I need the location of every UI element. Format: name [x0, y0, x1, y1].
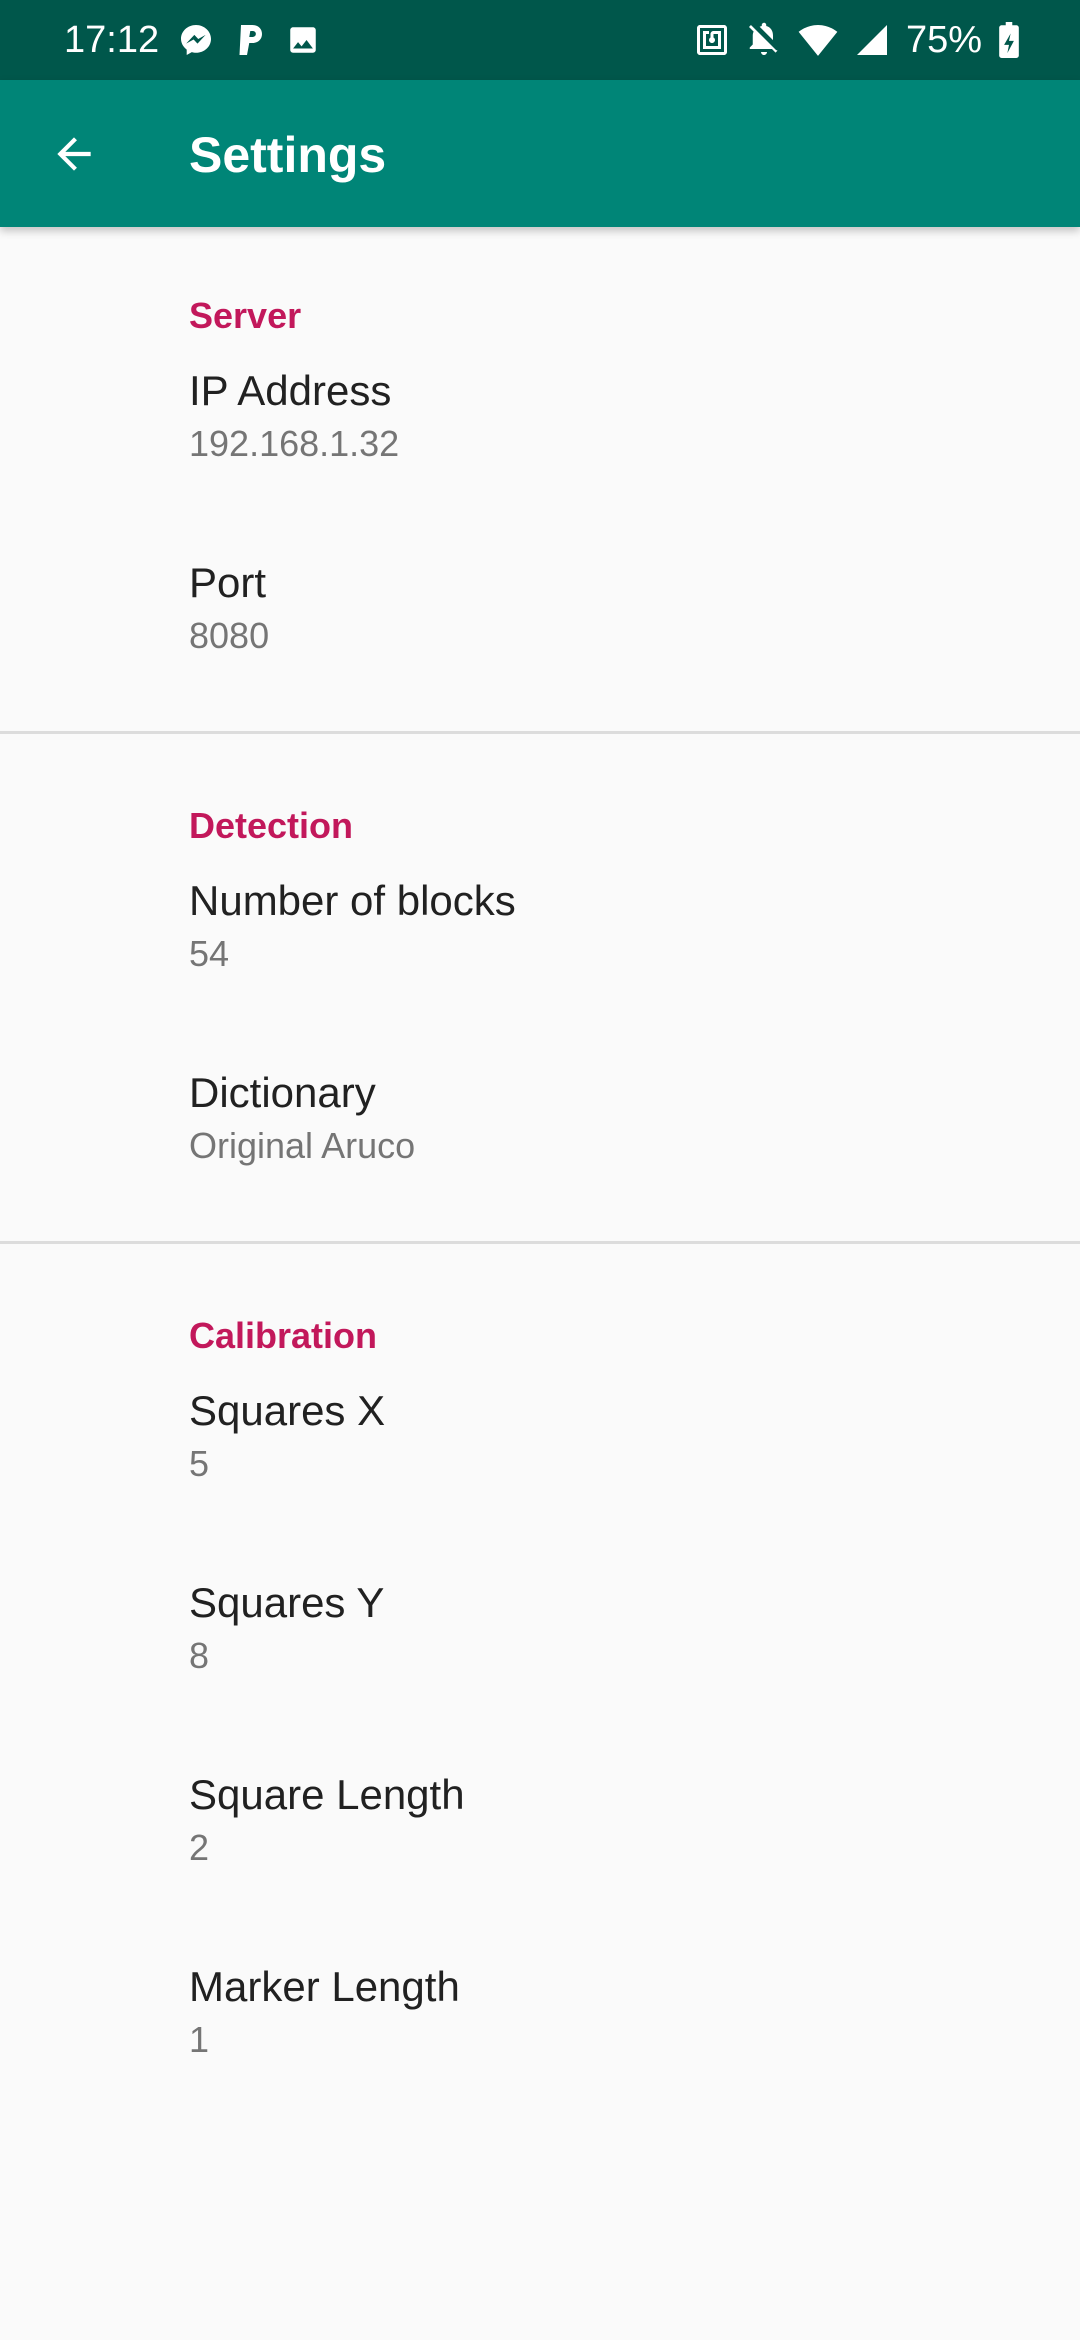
setting-title: Marker Length	[189, 1963, 460, 2010]
wifi-icon	[798, 22, 838, 58]
category-server: Server IP Address 192.168.1.32 Port 8080	[0, 227, 1080, 737]
category-header: Detection	[0, 737, 1080, 863]
setting-value: 8	[189, 1635, 210, 1676]
setting-value: 8080	[189, 615, 270, 656]
setting-dictionary[interactable]: Dictionary Original Aruco	[0, 1055, 1080, 1247]
setting-title: Square Length	[189, 1771, 465, 1818]
status-system-icons: 75%	[694, 18, 1020, 62]
setting-number-of-blocks[interactable]: Number of blocks 54	[0, 863, 1080, 1055]
status-bar: 17:12 75%	[0, 0, 1080, 80]
setting-title: Squares X	[189, 1387, 386, 1434]
setting-port[interactable]: Port 8080	[0, 545, 1080, 737]
setting-value: 192.168.1.32	[189, 423, 400, 464]
setting-squares-y[interactable]: Squares Y 8	[0, 1565, 1080, 1757]
settings-list: Server IP Address 192.168.1.32 Port 8080…	[0, 227, 1080, 2141]
back-button[interactable]	[34, 114, 114, 194]
page-title: Settings	[189, 127, 387, 183]
messenger-icon	[178, 22, 214, 58]
setting-value: Original Aruco	[189, 1125, 416, 1166]
cell-signal-icon	[854, 22, 890, 58]
category-calibration: Calibration Squares X 5 Squares Y 8 Squa…	[0, 1247, 1080, 2141]
category-title-server: Server	[189, 295, 302, 336]
status-notification-icons	[178, 20, 320, 60]
category-title-calibration: Calibration	[189, 1315, 378, 1356]
setting-squares-x[interactable]: Squares X 5	[0, 1373, 1080, 1565]
nfc-icon	[694, 22, 730, 58]
setting-title: Number of blocks	[189, 877, 516, 924]
category-header: Calibration	[0, 1247, 1080, 1373]
category-header: Server	[0, 227, 1080, 353]
category-title-detection: Detection	[189, 805, 354, 846]
battery-icon	[998, 22, 1020, 58]
status-time: 17:12	[64, 19, 160, 61]
notifications-off-icon	[746, 22, 782, 58]
image-icon	[286, 23, 320, 57]
category-detection: Detection Number of blocks 54 Dictionary…	[0, 737, 1080, 1247]
arrow-back-icon	[49, 129, 99, 179]
battery-percent: 75%	[905, 19, 982, 61]
setting-title: Port	[189, 559, 267, 606]
p-app-icon	[234, 22, 266, 58]
setting-title: IP Address	[189, 367, 392, 414]
setting-value: 1	[189, 2019, 210, 2060]
setting-ip-address[interactable]: IP Address 192.168.1.32	[0, 353, 1080, 545]
setting-marker-length[interactable]: Marker Length 1	[0, 1949, 1080, 2141]
setting-value: 5	[189, 1443, 210, 1484]
setting-value: 2	[189, 1827, 210, 1868]
setting-title: Squares Y	[189, 1579, 385, 1626]
setting-square-length[interactable]: Square Length 2	[0, 1757, 1080, 1949]
setting-value: 54	[189, 933, 230, 974]
setting-title: Dictionary	[189, 1069, 376, 1116]
app-bar: Settings	[0, 80, 1080, 227]
